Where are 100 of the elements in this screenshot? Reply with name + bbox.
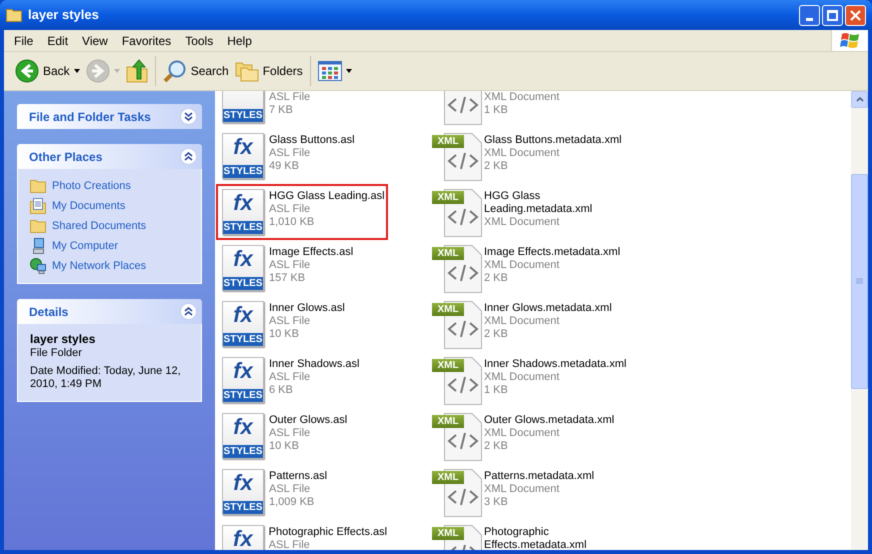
file-name: Outer Glows.metadata.xml bbox=[484, 414, 616, 427]
window-title: layer styles bbox=[28, 6, 100, 24]
styles-file-entry[interactable]: fx STYLES Outer Glows.asl ASL File 10 KB bbox=[216, 408, 388, 464]
styles-band: STYLES bbox=[223, 445, 263, 458]
xml-file-entry[interactable]: XML Patterns.metadata.xml XML Document 3 KB bbox=[432, 464, 642, 520]
file-name: Glass Buttons.metadata.xml bbox=[484, 134, 623, 147]
collapse-button[interactable] bbox=[180, 148, 197, 165]
styles-file-entry[interactable]: fx Photographic Effects.asl ASL File bbox=[216, 520, 388, 550]
styles-file-entry[interactable]: fx STYLES Inner Glows.asl ASL File 10 KB bbox=[216, 296, 388, 352]
xml-tag: XML bbox=[432, 191, 464, 204]
menu-item[interactable]: View bbox=[75, 32, 115, 50]
file-name: Inner Glows.metadata.xml bbox=[484, 302, 613, 315]
file-name: Inner Glows.asl bbox=[269, 302, 345, 315]
place-link[interactable]: My Network Places bbox=[52, 258, 146, 274]
menu-item[interactable]: File bbox=[7, 32, 40, 50]
fx-glyph: fx bbox=[233, 306, 253, 324]
file-size: 10 KB bbox=[269, 440, 300, 453]
maximize-icon bbox=[827, 10, 838, 20]
file-type: XML Document bbox=[484, 427, 560, 440]
expand-button[interactable] bbox=[180, 108, 197, 125]
dropdown-caret-icon bbox=[346, 69, 352, 73]
xml-file-entry[interactable]: XML Image Effects.metadata.xml XML Document 2 KB bbox=[432, 240, 642, 296]
styles-band: STYLES bbox=[223, 389, 263, 402]
xml-tag: XML bbox=[432, 135, 464, 148]
file-type: ASL File bbox=[269, 203, 312, 216]
double-chevron-up-icon bbox=[184, 152, 193, 161]
double-chevron-up-icon bbox=[184, 307, 193, 316]
file-name: Image Effects.metadata.xml bbox=[484, 246, 622, 259]
collapse-button[interactable] bbox=[180, 303, 197, 320]
menu-item[interactable]: Help bbox=[220, 32, 259, 50]
menu-item[interactable]: Edit bbox=[40, 32, 76, 50]
file-name: Patterns.metadata.xml bbox=[484, 470, 596, 483]
styles-file-entry[interactable]: fx STYLES HGG Glass Leading.asl ASL File 1,010 KB bbox=[216, 184, 388, 240]
place-link[interactable]: My Computer bbox=[52, 238, 118, 254]
file-size: 1,010 KB bbox=[269, 216, 316, 229]
file-size: 7 KB bbox=[269, 104, 294, 117]
xml-tag: XML bbox=[432, 527, 464, 540]
xml-file-entry[interactable]: XML Document 1 KB bbox=[432, 91, 642, 128]
file-size: 10 KB bbox=[269, 328, 300, 341]
back-button[interactable]: Back bbox=[12, 55, 83, 87]
fx-glyph: fx bbox=[233, 250, 253, 268]
fx-glyph: fx bbox=[233, 474, 253, 492]
computer-icon bbox=[30, 238, 46, 254]
tasks-panel-title[interactable]: File and Folder Tasks bbox=[29, 108, 151, 126]
place-link[interactable]: My Documents bbox=[52, 198, 126, 214]
close-button[interactable] bbox=[845, 4, 866, 26]
styles-file-entry[interactable]: fx STYLES Inner Shadows.asl ASL File 6 KB bbox=[216, 352, 388, 408]
file-size: 2 KB bbox=[484, 160, 509, 173]
maximize-button[interactable] bbox=[822, 4, 843, 26]
scroll-up-button[interactable] bbox=[851, 91, 868, 108]
file-type: XML Document bbox=[484, 483, 560, 496]
xml-file-entry[interactable]: XML Glass Buttons.metadata.xml XML Document 2 KB bbox=[432, 128, 642, 184]
xml-file-entry[interactable]: XML HGG Glass Leading.metadata.xml XML Document bbox=[432, 184, 642, 240]
file-name: Glass Buttons.asl bbox=[269, 134, 355, 147]
xml-tag: XML bbox=[432, 247, 464, 260]
folders-button[interactable]: Folders bbox=[232, 55, 306, 87]
styles-file-entry[interactable]: STYLES ASL File 7 KB bbox=[216, 91, 388, 128]
xml-tag: XML bbox=[432, 471, 464, 484]
file-type: ASL File bbox=[269, 371, 312, 384]
styles-band: STYLES bbox=[223, 501, 263, 514]
file-name: Patterns.asl bbox=[269, 470, 328, 483]
folder-type: File Folder bbox=[30, 346, 83, 360]
place-link[interactable]: Photo Creations bbox=[52, 178, 131, 194]
styles-file-entry[interactable]: fx STYLES Image Effects.asl ASL File 157 KB bbox=[216, 240, 388, 296]
file-size: 2 KB bbox=[484, 272, 509, 285]
file-size: 3 KB bbox=[484, 496, 509, 509]
minimize-icon bbox=[806, 18, 813, 20]
file-type: XML Document bbox=[484, 91, 560, 104]
file-size: 49 KB bbox=[269, 160, 300, 173]
fx-glyph: fx bbox=[233, 194, 253, 212]
search-button[interactable]: Search bbox=[160, 55, 232, 87]
file-size: 1 KB bbox=[484, 384, 509, 397]
documents-folder-icon bbox=[30, 198, 46, 214]
search-icon bbox=[162, 59, 187, 83]
fx-glyph: fx bbox=[233, 362, 253, 380]
xml-file-entry[interactable]: XML Inner Glows.metadata.xml XML Document 2 KB bbox=[432, 296, 642, 352]
file-size: 2 KB bbox=[484, 328, 509, 341]
scroll-thumb[interactable] bbox=[851, 174, 868, 389]
xml-file-entry[interactable]: XML Outer Glows.metadata.xml XML Document 2 KB bbox=[432, 408, 642, 464]
styles-file-entry[interactable]: fx STYLES Glass Buttons.asl ASL File 49 KB bbox=[216, 128, 388, 184]
dropdown-caret-icon bbox=[114, 69, 120, 73]
file-name: HGG Glass Leading.metadata.xml bbox=[484, 190, 594, 216]
minimize-button[interactable] bbox=[799, 4, 820, 26]
file-type: XML Document bbox=[484, 315, 560, 328]
styles-band: STYLES bbox=[223, 333, 263, 346]
date-modified: Date Modified: Today, June 12, 2010, 1:49 PM bbox=[30, 365, 182, 391]
fx-glyph: fx bbox=[233, 418, 253, 436]
file-name: Outer Glows.asl bbox=[269, 414, 348, 427]
file-name: Image Effects.asl bbox=[269, 246, 354, 259]
xml-file-entry[interactable]: XML Photographic Effects.metadata.xml bbox=[432, 520, 642, 550]
file-type: ASL File bbox=[269, 91, 310, 104]
file-name: Inner Shadows.asl bbox=[269, 358, 360, 371]
styles-file-entry[interactable]: fx STYLES Patterns.asl ASL File 1,009 KB bbox=[216, 464, 388, 520]
menu-item[interactable]: Favorites bbox=[114, 32, 178, 50]
file-name: Inner Shadows.metadata.xml bbox=[484, 358, 628, 371]
places-panel-title[interactable]: Other Places bbox=[29, 148, 102, 166]
details-panel-title[interactable]: Details bbox=[29, 302, 68, 320]
xml-file-entry[interactable]: XML Inner Shadows.metadata.xml XML Document 1 KB bbox=[432, 352, 642, 408]
menu-item[interactable]: Tools bbox=[178, 32, 220, 50]
place-link[interactable]: Shared Documents bbox=[52, 218, 146, 234]
